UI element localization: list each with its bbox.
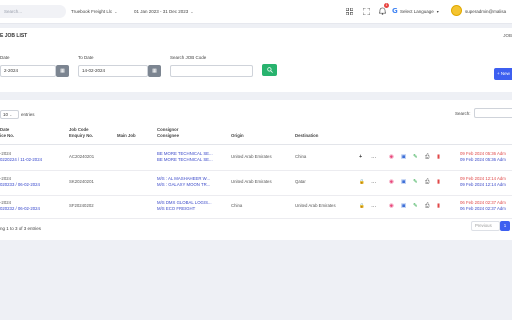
col-job-code[interactable]: Job Code Enquiry No. — [69, 127, 93, 139]
row-destination: China — [295, 154, 307, 159]
row-divider — [0, 218, 512, 219]
more-icon[interactable]: … — [371, 203, 377, 209]
col-invoice-label: ice No. — [0, 133, 15, 138]
chevron-down-icon: ⌄ — [9, 113, 13, 117]
chevron-down-icon: ⌄ — [114, 9, 118, 14]
chevron-down-icon: ⌄ — [190, 9, 194, 14]
entries-value: 10 — [3, 112, 9, 117]
edit-icon[interactable]: ✎ — [413, 179, 418, 185]
job-code-label: Search JOB Code — [170, 55, 207, 60]
row-origin: China — [231, 203, 243, 208]
user-name[interactable]: superadmin@malisa — [465, 9, 506, 14]
document-icon[interactable]: ▣ — [401, 203, 406, 209]
avatar[interactable] — [451, 5, 462, 16]
search-button[interactable] — [262, 64, 277, 76]
col-destination[interactable]: Destination — [295, 133, 318, 139]
document-icon[interactable]: ▣ — [401, 179, 406, 185]
lock-icon: 🔒 — [359, 179, 365, 184]
pagination-previous[interactable]: Previous — [471, 221, 500, 231]
row-invoice-link[interactable]: 020232 / 06-02-2024 — [0, 206, 40, 212]
header-divider — [0, 144, 512, 145]
entries-select[interactable]: 10 ⌄ — [0, 110, 19, 119]
row-consignee: M/S : GALAXY MOON TR... — [157, 182, 211, 187]
row-destination: United Arab Emirates — [295, 203, 336, 208]
to-date-label: To Date — [78, 55, 94, 60]
print-icon[interactable]: ⎙ — [425, 154, 429, 160]
edit-icon[interactable]: ✎ — [413, 154, 418, 160]
pagination-page-1[interactable]: 1 — [500, 221, 510, 231]
row-origin: United Arab Emirates — [231, 154, 272, 159]
row-invoice-link[interactable]: 020233 / 06-02-2024 — [0, 182, 40, 188]
row-destination: Qatar — [295, 179, 306, 184]
row-updated: 09 Feb 2024 12:14 Adm — [460, 182, 506, 187]
table-search-label: Search: — [455, 111, 471, 116]
filter-panel: E JOB LIST JOB Date 2-2024 ▦ To Date 14-… — [0, 28, 512, 92]
lock-icon: 🔒 — [359, 203, 365, 208]
top-bar: Search... Truebook Freight Llc ⌄ 01 Jan 2… — [0, 0, 512, 24]
global-search-input[interactable]: Search... — [0, 5, 66, 18]
google-translate-icon: G — [392, 7, 398, 15]
row-updated: 06 Feb 2024 02:37 Adm — [460, 206, 506, 211]
view-icon[interactable]: ◉ — [389, 203, 394, 209]
grid-icon[interactable] — [344, 6, 354, 16]
job-code-input[interactable] — [170, 65, 253, 77]
breadcrumb[interactable]: JOB — [503, 33, 512, 38]
delete-icon[interactable]: ▮ — [437, 203, 440, 209]
calendar-icon[interactable]: ▦ — [148, 65, 161, 77]
expand-icon[interactable]: + — [359, 154, 362, 160]
col-enquiry-label: Enquiry No. — [69, 133, 94, 138]
fullscreen-icon[interactable] — [361, 6, 371, 16]
col-main-job[interactable]: Main Job — [117, 133, 136, 139]
col-consignee-label: Consignee — [157, 133, 179, 138]
period-selector[interactable]: 01 Jan 2023 - 31 Dec 2023 ⌄ — [134, 9, 194, 14]
row-job-code: AC20240201 — [69, 154, 95, 159]
notification-badge: 1 — [384, 3, 389, 8]
print-icon[interactable]: ⎙ — [425, 179, 429, 185]
more-icon[interactable]: … — [371, 179, 377, 185]
from-date-label: Date — [0, 55, 10, 60]
page-title: E JOB LIST — [0, 33, 28, 39]
entries-label: entries — [21, 112, 35, 117]
col-origin[interactable]: Origin — [231, 133, 244, 139]
row-divider — [0, 170, 512, 171]
row-origin: United Arab Emirates — [231, 179, 272, 184]
to-date-input[interactable]: 14-02-2024 — [78, 65, 148, 77]
chevron-down-icon: ▾ — [436, 9, 439, 14]
calendar-icon[interactable]: ▦ — [56, 65, 69, 77]
language-label: Select Language — [400, 9, 434, 14]
row-invoice-link[interactable]: 0220224 / 11-02-2024 — [0, 157, 42, 163]
row-consignee: M/S ECO FREIGHT — [157, 206, 196, 211]
language-selector[interactable]: Select Language ▾ — [400, 9, 439, 14]
row-divider — [0, 195, 512, 196]
table-search-input[interactable] — [474, 108, 512, 118]
print-icon[interactable]: ⎙ — [425, 203, 429, 209]
edit-icon[interactable]: ✎ — [413, 203, 418, 209]
period-label: 01 Jan 2023 - 31 Dec 2023 — [134, 9, 189, 14]
view-icon[interactable]: ◉ — [389, 179, 394, 185]
more-icon[interactable]: … — [371, 154, 377, 160]
job-table-panel: 10 ⌄ entries Search: Date ice No. Job Cod… — [0, 100, 512, 240]
col-consignor[interactable]: Consignor Consignee — [157, 127, 179, 139]
from-date-input[interactable]: 2-2024 — [0, 65, 56, 77]
company-selector[interactable]: Truebook Freight Llc ⌄ — [71, 9, 117, 14]
delete-icon[interactable]: ▮ — [437, 154, 440, 160]
row-updated: 09 Feb 2024 05:36 Adm — [460, 157, 506, 162]
row-job-code: SF20240202 — [69, 203, 94, 208]
table-info: ng 1 to 3 of 3 entries — [0, 226, 42, 231]
document-icon[interactable]: ▣ — [401, 154, 406, 160]
delete-icon[interactable]: ▮ — [437, 179, 440, 185]
add-job-button[interactable]: + New — [494, 68, 512, 80]
row-job-code: SK20240201 — [69, 179, 94, 184]
search-icon — [266, 67, 273, 73]
row-consignee: BE MORE TECHNICAL SE... — [157, 157, 213, 162]
view-icon[interactable]: ◉ — [389, 154, 394, 160]
col-date[interactable]: Date ice No. — [0, 127, 14, 139]
company-name: Truebook Freight Llc — [71, 9, 113, 14]
